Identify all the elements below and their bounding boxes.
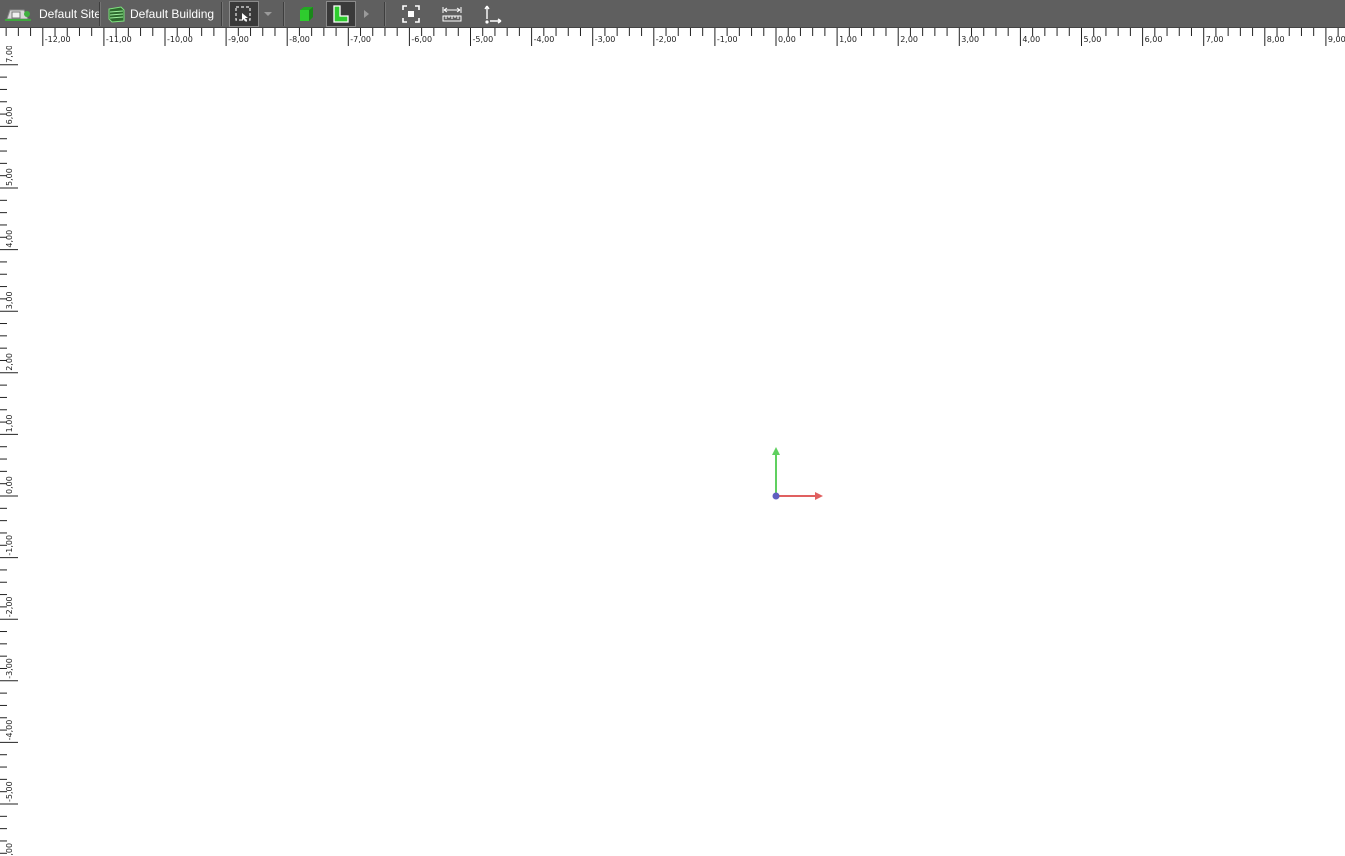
coordinate-axes-icon bbox=[484, 5, 502, 24]
ruler-tick-label: 2,00 bbox=[900, 35, 918, 44]
toolbar-separator bbox=[221, 2, 223, 26]
origin-point bbox=[772, 492, 780, 500]
ruler-tick-label: -6,00 bbox=[411, 35, 432, 44]
site-selector[interactable]: Default Site bbox=[4, 0, 101, 28]
ruler-tick-label: 3,00 bbox=[961, 35, 979, 44]
ruler-tick-label: -1,00 bbox=[717, 35, 738, 44]
dropdown-arrow-icon bbox=[264, 12, 272, 16]
coordinate-button[interactable] bbox=[477, 1, 507, 27]
expand-arrow-icon bbox=[364, 10, 369, 18]
ruler-tick-label: -4,00 bbox=[534, 35, 555, 44]
wall-tool-button[interactable] bbox=[326, 1, 356, 27]
site-label: Default Site bbox=[39, 7, 102, 21]
ruler-tick-label: -7,00 bbox=[350, 35, 371, 44]
ruler-tick-label: -3,00 bbox=[595, 35, 616, 44]
ruler-tick-label: -12,00 bbox=[45, 35, 71, 44]
ruler-tick-label: -8,00 bbox=[289, 35, 310, 44]
building-icon bbox=[108, 6, 125, 23]
toolbar-separator bbox=[99, 2, 101, 26]
main-toolbar: Default Site Default Building bbox=[0, 0, 1345, 28]
wall-expand-button[interactable] bbox=[358, 1, 374, 27]
site-icon bbox=[5, 9, 31, 21]
ruler-tick-label: 5,00 bbox=[1084, 35, 1102, 44]
ruler-tick-label: -10,00 bbox=[167, 35, 193, 44]
measure-button[interactable] bbox=[437, 1, 467, 27]
l-shape-wall-icon bbox=[333, 5, 349, 23]
building-selector[interactable]: Default Building bbox=[106, 0, 214, 28]
drawing-canvas[interactable] bbox=[0, 46, 1345, 856]
building-label: Default Building bbox=[130, 7, 215, 21]
ruler-tick-label: 6,00 bbox=[1145, 35, 1163, 44]
y-axis-arrow bbox=[772, 447, 780, 455]
ruler-tick-label: 0,00 bbox=[778, 35, 796, 44]
create-box-button[interactable] bbox=[291, 1, 321, 27]
zoom-extents-button[interactable] bbox=[396, 1, 426, 27]
toolbar-separator bbox=[283, 2, 285, 26]
horizontal-ruler: -12,00 -11,00 -10,00 -9,00 -8,00 -7,00 -6,00 -5… bbox=[0, 28, 1345, 46]
ruler-tick-label: -2,00 bbox=[656, 35, 677, 44]
x-axis-arrow bbox=[815, 492, 823, 500]
ruler-tick-label: 9,00 bbox=[1328, 35, 1345, 44]
selection-dropdown-button[interactable] bbox=[259, 1, 277, 27]
ruler-tick-label: -5,00 bbox=[473, 35, 494, 44]
toolbar-separator bbox=[384, 2, 386, 26]
zoom-extents-icon bbox=[402, 5, 420, 23]
measure-dimension-icon bbox=[442, 7, 462, 22]
ruler-tick-label: -9,00 bbox=[228, 35, 249, 44]
ruler-tick-label: 7,00 bbox=[1206, 35, 1224, 44]
selection-tool-button[interactable] bbox=[229, 1, 259, 27]
ruler-tick-label: 1,00 bbox=[839, 35, 857, 44]
ruler-tick-label: -11,00 bbox=[106, 35, 132, 44]
green-cube-icon bbox=[300, 7, 313, 21]
ruler-tick-label: 8,00 bbox=[1267, 35, 1285, 44]
selection-rectangle-icon bbox=[235, 6, 251, 22]
ruler-tick-label: 4,00 bbox=[1022, 35, 1040, 44]
